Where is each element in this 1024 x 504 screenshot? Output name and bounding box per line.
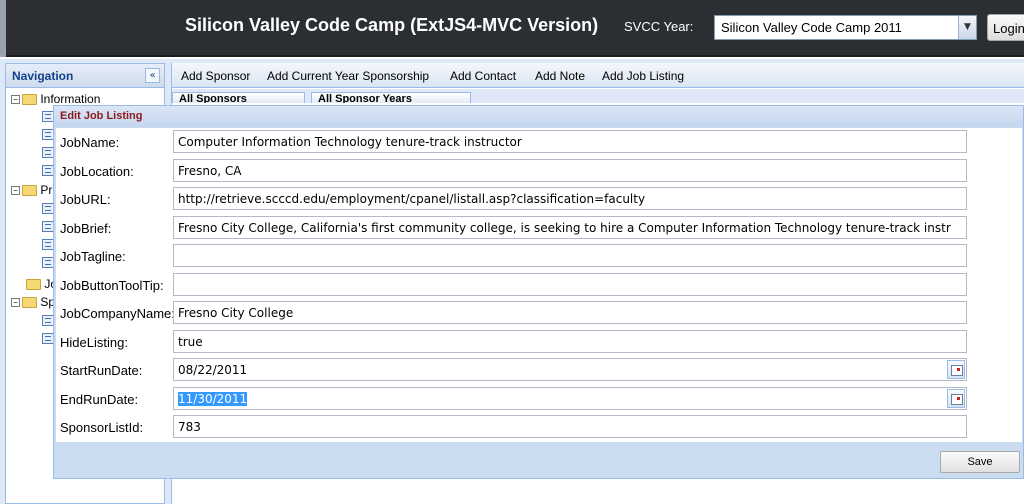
form-row-job-name: JobName: Computer Information Technology… [56, 130, 1022, 154]
edit-job-listing-window: Edit Job Listing JobName: Computer Infor… [53, 105, 1024, 479]
hide-listing-field[interactable]: true [173, 330, 967, 353]
navigation-header: Navigation « [6, 64, 164, 88]
field-label: JobTagline: [60, 249, 126, 264]
field-value: Fresno City College, California's first … [178, 221, 951, 235]
form-row-end-run-date: EndRunDate: 11/30/2011 [56, 387, 1022, 411]
sponsor-list-id-field[interactable]: 783 [173, 415, 967, 438]
field-label: JobName: [60, 135, 120, 150]
field-label: SponsorListId: [60, 420, 144, 435]
calendar-icon[interactable] [947, 389, 965, 408]
field-label: HideListing: [60, 335, 128, 350]
navigation-title: Navigation [12, 69, 74, 83]
start-run-date-field[interactable]: 08/22/2011 [173, 358, 967, 381]
tree-node-sp[interactable]: − Sp [11, 295, 55, 313]
form-row-job-tagline: JobTagline: [56, 244, 1022, 268]
tree-node-label: Pr [40, 183, 53, 197]
add-contact-button[interactable]: Add Contact [450, 69, 516, 83]
job-url-field[interactable]: http://retrieve.scccd.edu/employment/cpa… [173, 187, 967, 210]
tab-all-sponsor-years[interactable]: All Sponsor Years [311, 92, 471, 103]
job-brief-field[interactable]: Fresno City College, California's first … [173, 216, 967, 239]
field-value: Fresno, CA [178, 164, 242, 178]
field-label: EndRunDate: [60, 392, 139, 407]
add-job-listing-button[interactable]: Add Job Listing [602, 69, 684, 83]
window-footer: Save [54, 444, 1023, 478]
year-select[interactable]: Silicon Valley Code Camp 2011 ▼ [714, 15, 977, 40]
folder-icon [22, 297, 37, 309]
field-label: StartRunDate: [60, 363, 143, 378]
form-row-job-company-name: JobCompanyName: Fresno City College [56, 301, 1022, 325]
folder-icon [22, 185, 37, 197]
field-label: JobButtonToolTip: [60, 278, 164, 293]
field-value: 08/22/2011 [178, 363, 248, 377]
form-row-job-brief: JobBrief: Fresno City College, Californi… [56, 216, 1022, 240]
field-label: JobURL: [60, 192, 111, 207]
job-tagline-field[interactable] [173, 244, 967, 267]
field-value: 783 [178, 420, 201, 434]
collapse-icon[interactable]: « [145, 68, 160, 83]
sponsor-toolbar: Add Sponsor Add Current Year Sponsorship… [172, 63, 1024, 88]
field-value: http://retrieve.scccd.edu/employment/cpa… [178, 192, 646, 206]
field-value: true [178, 335, 203, 349]
calendar-icon[interactable] [947, 360, 965, 379]
folder-icon [26, 279, 41, 291]
job-company-name-field[interactable]: Fresno City College [173, 301, 967, 324]
tree-collapse-icon[interactable]: − [11, 298, 20, 308]
chevron-down-icon[interactable]: ▼ [958, 16, 976, 39]
add-sponsor-button[interactable]: Add Sponsor [181, 69, 250, 83]
end-run-date-field[interactable]: 11/30/2011 [173, 387, 967, 410]
tree-node-pr[interactable]: − Pr [11, 183, 52, 201]
tab-all-sponsors[interactable]: All Sponsors [172, 92, 305, 103]
app-title: Silicon Valley Code Camp (ExtJS4-MVC Ver… [185, 15, 599, 35]
window-header[interactable]: Edit Job Listing [54, 106, 1023, 127]
job-button-tooltip-field[interactable] [173, 273, 967, 296]
app-header: Silicon Valley Code Camp (ExtJS4-MVC Ver… [0, 0, 1024, 57]
field-value: Fresno City College [178, 306, 294, 320]
window-title: Edit Job Listing [60, 110, 143, 122]
field-label: JobLocation: [60, 164, 134, 179]
save-button[interactable]: Save [940, 451, 1020, 473]
field-label: JobCompanyName: [60, 306, 175, 321]
tree-node-label: Information [40, 92, 101, 106]
job-listing-form: JobName: Computer Information Technology… [56, 128, 1022, 442]
field-value: Computer Information Technology tenure-t… [178, 135, 522, 149]
form-row-job-button-tooltip: JobButtonToolTip: [56, 273, 1022, 297]
form-row-sponsor-list-id: SponsorListId: 783 [56, 415, 1022, 439]
form-row-hide-listing: HideListing: true [56, 330, 1022, 354]
tree-collapse-icon[interactable]: − [11, 95, 20, 105]
tree-collapse-icon[interactable]: − [11, 186, 20, 196]
field-label: JobBrief: [60, 221, 112, 236]
login-button[interactable]: Login [987, 14, 1024, 41]
job-name-field[interactable]: Computer Information Technology tenure-t… [173, 130, 967, 153]
add-note-button[interactable]: Add Note [535, 69, 585, 83]
job-location-field[interactable]: Fresno, CA [173, 159, 967, 182]
year-select-value: Silicon Valley Code Camp 2011 [721, 20, 902, 35]
field-value-selected: 11/30/2011 [178, 392, 248, 406]
form-row-job-url: JobURL: http://retrieve.scccd.edu/employ… [56, 187, 1022, 211]
form-row-start-run-date: StartRunDate: 08/22/2011 [56, 358, 1022, 382]
form-row-job-location: JobLocation: Fresno, CA [56, 159, 1022, 183]
header-accent-strip [0, 0, 6, 57]
tab-strip: All Sponsors All Sponsor Years [172, 89, 1024, 103]
folder-icon [22, 94, 37, 106]
year-label: SVCC Year: [624, 19, 694, 34]
add-current-year-sponsorship-button[interactable]: Add Current Year Sponsorship [267, 69, 429, 83]
